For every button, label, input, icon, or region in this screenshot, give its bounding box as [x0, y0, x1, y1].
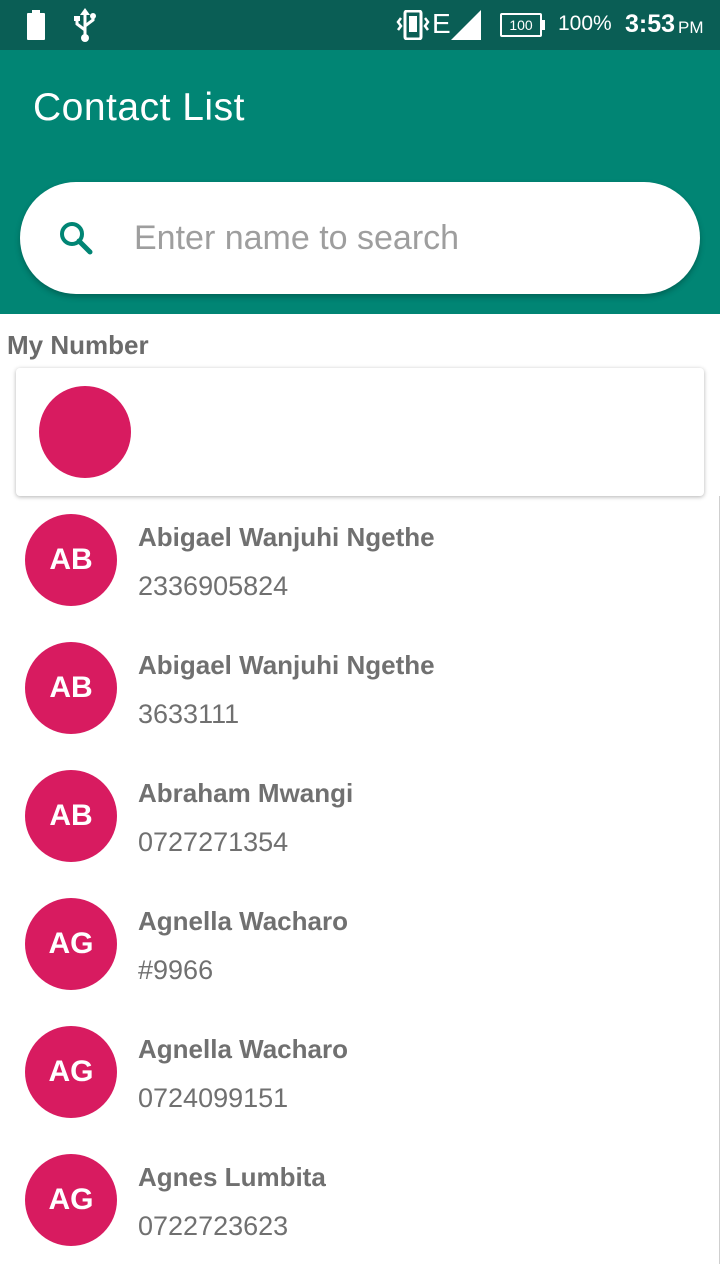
contact-name: Agnella Wacharo: [138, 906, 348, 936]
list-item[interactable]: AG Agnella Wacharo 0724099151: [0, 1008, 720, 1136]
battery-percent: 100%: [558, 12, 612, 35]
signal-icon: [451, 10, 481, 40]
search-area: [0, 162, 720, 314]
contact-number: 3633111: [138, 699, 240, 729]
contact-number: 0724099151: [138, 1083, 289, 1113]
contact-number: 2336905824: [138, 571, 289, 601]
list-item[interactable]: AB Abigael Wanjuhi Ngethe 3633111: [0, 624, 720, 752]
list-item[interactable]: AB Abraham Mwangi 0727271354: [0, 752, 720, 880]
vibrate-icon: [396, 10, 430, 40]
contact-number: #9966: [138, 955, 214, 985]
avatar: AB: [25, 770, 117, 862]
battery-badge: 100: [509, 17, 533, 33]
my-number-label: My Number: [7, 330, 149, 360]
battery-level-icon: 100: [500, 13, 542, 37]
clock-ampm: PM: [678, 18, 704, 37]
avatar: AG: [25, 1026, 117, 1118]
app-bar: Contact List: [0, 50, 720, 162]
list-item[interactable]: AG Agnella Wacharo #9966: [0, 880, 720, 1008]
contact-number: 0722723623: [138, 1211, 289, 1241]
list-item[interactable]: AG Agnes Lumbita 0722723623: [0, 1136, 720, 1264]
avatar: AG: [25, 1154, 117, 1246]
battery-icon: [27, 10, 45, 40]
clock-time: 3:53: [625, 10, 676, 38]
contact-name: Abigael Wanjuhi Ngethe: [138, 522, 435, 552]
contact-list: AB Abigael Wanjuhi Ngethe 2336905824 AB …: [0, 496, 720, 1280]
contact-name: Agnes Lumbita: [138, 1162, 326, 1192]
battery-tip: [542, 20, 545, 30]
my-number-card[interactable]: [16, 368, 704, 496]
avatar: AB: [25, 514, 117, 606]
network-type: E: [432, 8, 451, 39]
avatar: AG: [25, 898, 117, 990]
contact-number: 0727271354: [138, 827, 289, 857]
usb-icon: [74, 8, 96, 42]
contact-name: Abraham Mwangi: [138, 778, 354, 808]
contact-name: Abigael Wanjuhi Ngethe: [138, 650, 435, 680]
avatar: AB: [25, 642, 117, 734]
search-icon: [60, 222, 93, 255]
list-item[interactable]: AB Abigael Wanjuhi Ngethe 2336905824: [0, 496, 720, 624]
page-title: Contact List: [33, 86, 245, 129]
avatar: [39, 386, 131, 478]
search-input[interactable]: [132, 206, 672, 270]
status-bar: E 100 100% 3:53 PM: [0, 0, 720, 50]
contact-name: Agnella Wacharo: [138, 1034, 348, 1064]
search-bar[interactable]: [20, 182, 700, 294]
